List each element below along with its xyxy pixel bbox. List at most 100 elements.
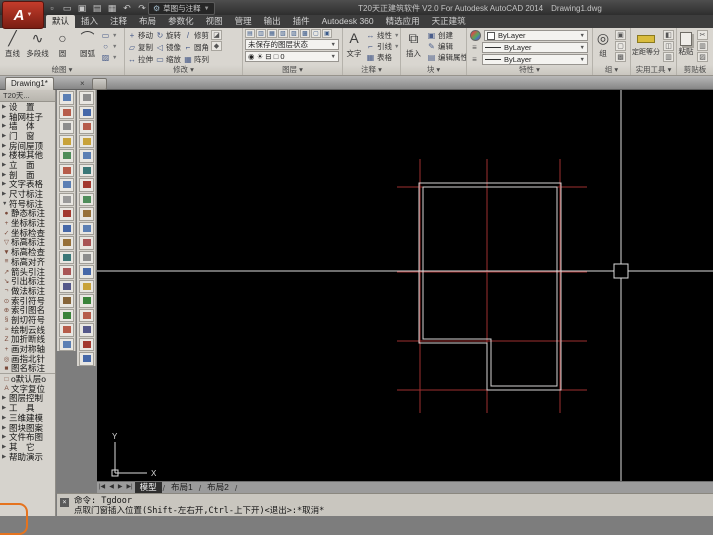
block-tool-编辑属性[interactable]: ▤编辑属性▼	[427, 52, 466, 63]
strip-tool-0[interactable]	[78, 91, 94, 105]
draw-tool-圆弧[interactable]: ⌒ 圆弧	[75, 29, 100, 59]
ribbon-tab-视图[interactable]: 视图	[200, 15, 229, 28]
strip-tool-10[interactable]	[78, 236, 94, 250]
redo-icon[interactable]: ↷	[136, 2, 148, 14]
layer-state-dropdown[interactable]: 未保存的图层状态 ▼	[245, 39, 339, 50]
panel-annotate-label[interactable]: 注释 ▾	[343, 65, 400, 75]
layer-tool-1[interactable]: ▥	[256, 29, 266, 38]
palette-cmd-索引符号[interactable]: ⊙ 索引符号	[0, 296, 55, 306]
ribbon-tab-天正建筑[interactable]: 天正建筑	[426, 15, 472, 28]
open-icon[interactable]: ▭	[61, 2, 73, 14]
palette-group-其 它[interactable]: ▶ 其 它	[0, 442, 55, 452]
strip-tool-15[interactable]	[58, 308, 74, 322]
panel-group-label[interactable]: 组 ▾	[593, 65, 630, 75]
palette-group-文字表格[interactable]: ▶ 文字表格	[0, 180, 55, 190]
palette-group-工 具[interactable]: ▶ 工 具	[0, 403, 55, 413]
property-dropdown-2[interactable]: ByLayer ▼	[482, 54, 588, 65]
strip-tool-12[interactable]	[58, 265, 74, 279]
draw-tool-圆[interactable]: ○ 圆	[50, 29, 75, 59]
palette-group-墙 体[interactable]: ▶ 墙 体	[0, 121, 55, 131]
palette-group-房间屋顶[interactable]: ▶ 房间屋顶	[0, 141, 55, 151]
modify-tool-修剪[interactable]: / 修剪	[184, 29, 209, 41]
palette-group-剖 面[interactable]: ▶ 剖 面	[0, 170, 55, 180]
strip-tool-5[interactable]	[58, 163, 74, 177]
panel-modify-label[interactable]: 修改 ▾	[125, 65, 242, 75]
new-icon[interactable]: ▫	[46, 2, 58, 14]
strip-tool-15[interactable]	[78, 308, 94, 322]
layer-tool-5[interactable]: ▩	[300, 29, 310, 38]
strip-tool-2[interactable]	[58, 120, 74, 134]
strip-tool-3[interactable]	[78, 134, 94, 148]
command-close-icon[interactable]: ×	[60, 498, 69, 507]
group-mini-2[interactable]: ▩	[615, 52, 626, 62]
palette-cmd-静态标注[interactable]: ● 静态标注	[0, 209, 55, 219]
layer-tool-0[interactable]: ▤	[245, 29, 255, 38]
strip-tool-1[interactable]	[58, 105, 74, 119]
palette-group-楼梯其他[interactable]: ▶ 楼梯其他	[0, 150, 55, 160]
strip-tool-7[interactable]	[58, 192, 74, 206]
linetype-icon[interactable]: ≡	[470, 43, 479, 52]
modify-tool-缩放[interactable]: ▭ 缩放	[156, 53, 181, 65]
command-line-panel[interactable]: × 命令: Tgdoor 点取门窗插入位置(Shift-左右开,Ctrl-上下开…	[57, 493, 713, 516]
save-as-icon[interactable]: ▤	[91, 2, 103, 14]
layer-tool-4[interactable]: ▨	[289, 29, 299, 38]
ribbon-tab-管理[interactable]: 管理	[229, 15, 258, 28]
palette-group-帮助演示[interactable]: ▶ 帮助演示	[0, 452, 55, 462]
layer-select-dropdown[interactable]: ◉ ☀ ⊟ □ 0 ▼	[245, 51, 339, 62]
layer-tool-2[interactable]: ▦	[267, 29, 277, 38]
palette-title[interactable]: T20天...	[0, 90, 55, 102]
strip-tool-6[interactable]	[58, 178, 74, 192]
annotate-tool-引线[interactable]: ⌐ 引线 ▼	[366, 41, 399, 52]
annotate-tool-表格[interactable]: ▦ 表格	[366, 52, 399, 63]
layout-nav-1[interactable]: ◀	[107, 482, 116, 493]
draw-small-tool-1[interactable]: ○ ▼	[101, 41, 117, 52]
layout-tab-模型[interactable]: 模型	[134, 482, 162, 493]
save-icon[interactable]: ▣	[76, 2, 88, 14]
modify-tool-移动[interactable]: + 移动	[128, 29, 153, 41]
palette-group-轴网柱子[interactable]: ▶ 轴网柱子	[0, 112, 55, 122]
palette-cmd-坐标检查[interactable]: ✓ 坐标检查	[0, 228, 55, 238]
palette-cmd-标高检查[interactable]: ▼ 标高检查	[0, 247, 55, 257]
annotate-tool-线性[interactable]: ↔ 线性 ▼	[366, 30, 400, 41]
palette-group-符号标注[interactable]: ▼ 符号标注	[0, 199, 55, 209]
autocad-app-button[interactable]: A ▼	[2, 1, 44, 29]
drawing-area[interactable]: YX	[97, 90, 713, 481]
file-tab-close-icon[interactable]: ×	[80, 79, 85, 88]
strip-tool-0[interactable]	[58, 91, 74, 105]
plot-icon[interactable]: ▦	[106, 2, 118, 14]
layer-tool-6[interactable]: ▢	[311, 29, 321, 38]
clipboard-mini-1[interactable]: ▥	[697, 41, 708, 51]
paste-button[interactable]: 粘贴	[677, 29, 695, 57]
strip-tool-9[interactable]	[58, 221, 74, 235]
palette-cmd-箭头引注[interactable]: ↗ 箭头引注	[0, 267, 55, 277]
palette-group-设 置[interactable]: ▶ 设 置	[0, 102, 55, 112]
property-dropdown-1[interactable]: ByLayer ▼	[482, 42, 588, 53]
palette-group-尺寸标注[interactable]: ▶ 尺寸标注	[0, 189, 55, 199]
palette-cmd-加折断线[interactable]: Z 加折断线	[0, 335, 55, 345]
draw-tool-多段线[interactable]: ∿ 多段线	[25, 29, 50, 59]
strip-tool-12[interactable]	[78, 265, 94, 279]
linetype-icon[interactable]: ≡	[470, 55, 479, 64]
strip-tool-16[interactable]	[58, 323, 74, 337]
palette-cmd-标高对齐[interactable]: ≡ 标高对齐	[0, 257, 55, 267]
strip-tool-2[interactable]	[78, 120, 94, 134]
strip-tool-5[interactable]	[78, 163, 94, 177]
block-tool-创建[interactable]: ▣ 创建	[427, 30, 466, 41]
layout-nav-2[interactable]: ▶	[116, 482, 125, 493]
draw-small-tool-2[interactable]: ▨ ▼	[101, 52, 118, 63]
modify-tool-圆角[interactable]: ⌐ 圆角	[184, 41, 209, 53]
group-mini-0[interactable]: ▣	[615, 30, 626, 40]
strip-tool-8[interactable]	[78, 207, 94, 221]
group-mini-1[interactable]: ▢	[615, 41, 626, 51]
utility-mini-0[interactable]: ◧	[663, 30, 674, 40]
group-button[interactable]: ◎ 组	[593, 29, 613, 59]
block-tool-编辑[interactable]: ✎ 编辑	[427, 41, 466, 52]
strip-tool-3[interactable]	[58, 134, 74, 148]
palette-cmd-剖切符号[interactable]: § 剖切符号	[0, 315, 55, 325]
panel-draw-label[interactable]: 绘图 ▾	[0, 65, 124, 75]
panel-utilities-label[interactable]: 实用工具 ▾	[631, 65, 676, 75]
layer-tool-3[interactable]: ▧	[278, 29, 288, 38]
palette-cmd-绘制云线[interactable]: ≈ 绘制云线	[0, 325, 55, 335]
palette-cmd-画指北针[interactable]: ◎ 画指北针	[0, 354, 55, 364]
palette-cmd-坐标标注[interactable]: + 坐标标注	[0, 218, 55, 228]
